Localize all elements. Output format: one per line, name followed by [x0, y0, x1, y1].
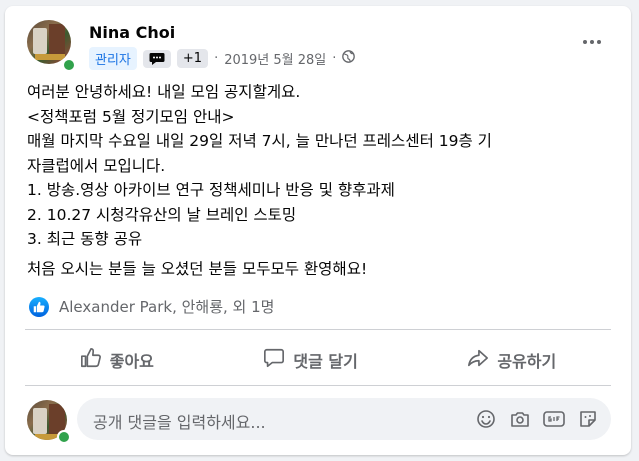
- gif-icon[interactable]: [543, 408, 565, 430]
- author-name[interactable]: Nina Choi: [89, 23, 175, 42]
- comment-label: 댓글 달기: [293, 352, 358, 371]
- reactions-names[interactable]: Alexander Park, 안해룡, 외 1명: [59, 296, 274, 317]
- meta-separator: ·: [214, 51, 219, 66]
- post-body-line: <정책포럼 5월 정기모임 안내>: [27, 107, 235, 126]
- like-label: 좋아요: [109, 352, 154, 371]
- comment-icon: [263, 347, 285, 373]
- admin-badge[interactable]: 관리자: [89, 47, 137, 70]
- like-button[interactable]: 좋아요: [56, 341, 178, 379]
- divider-bottom: [25, 385, 611, 386]
- post-body-closing: 처음 오시는 분들 늘 오셨던 분들 모두모두 환영해요!: [27, 259, 368, 278]
- post-actions: 좋아요 댓글 달기 공유하기: [25, 338, 611, 382]
- camera-icon[interactable]: [509, 408, 531, 430]
- comment-placeholder: 공개 댓글을 입력하세요...: [93, 413, 266, 432]
- post-meta: 관리자 +1 · 2019년 5월 28일 ·: [89, 47, 356, 70]
- extra-badges-count[interactable]: +1: [176, 49, 209, 68]
- share-icon: [467, 347, 489, 373]
- thumbs-up-icon: [80, 347, 102, 373]
- globe-icon[interactable]: [342, 50, 356, 67]
- meta-separator-2: ·: [332, 51, 337, 66]
- reactions-summary[interactable]: Alexander Park, 안해룡, 외 1명: [29, 296, 274, 317]
- comment-button[interactable]: 댓글 달기: [239, 341, 381, 379]
- post-body-line: 1. 방송.영상 아카이브 연구 정책세미나 반응 및 향후과제: [27, 181, 395, 199]
- post-body-line: 3. 최근 동향 공유: [27, 230, 143, 248]
- author-avatar[interactable]: [27, 20, 71, 64]
- post-body: 여러분 안녕하세요! 내일 모임 공지할게요. <정책포럼 5월 정기모임 안내…: [27, 80, 617, 281]
- post-card: Nina Choi 관리자 +1 · 2019년 5월 28일 · 여러분 안녕…: [5, 6, 631, 455]
- chat-bubble-icon[interactable]: [142, 49, 171, 68]
- online-status-indicator: [62, 58, 76, 72]
- comment-input[interactable]: 공개 댓글을 입력하세요...: [77, 398, 611, 440]
- commenter-online-indicator: [57, 430, 71, 444]
- post-date[interactable]: 2019년 5월 28일: [224, 49, 326, 68]
- post-body-line: 자클럽에서 모입니다.: [27, 156, 166, 175]
- more-options-button[interactable]: [575, 30, 609, 54]
- divider-top: [25, 329, 611, 330]
- more-horizontal-icon: [583, 40, 587, 44]
- sticker-icon[interactable]: [577, 408, 599, 430]
- post-body-line: 여러분 안녕하세요! 내일 모임 공지할게요.: [27, 83, 301, 101]
- emoji-icon[interactable]: [475, 408, 497, 430]
- comment-tools: [475, 408, 599, 430]
- like-reaction-icon: [29, 296, 49, 317]
- post-body-line: 매월 마지막 수요일 내일 29일 저녁 7시, 늘 만나던 프레스센터 19층…: [27, 132, 492, 150]
- post-body-line: 2. 10.27 시청각유산의 날 브레인 스토밍: [27, 205, 297, 224]
- share-label: 공유하기: [497, 352, 557, 371]
- share-button[interactable]: 공유하기: [443, 341, 580, 379]
